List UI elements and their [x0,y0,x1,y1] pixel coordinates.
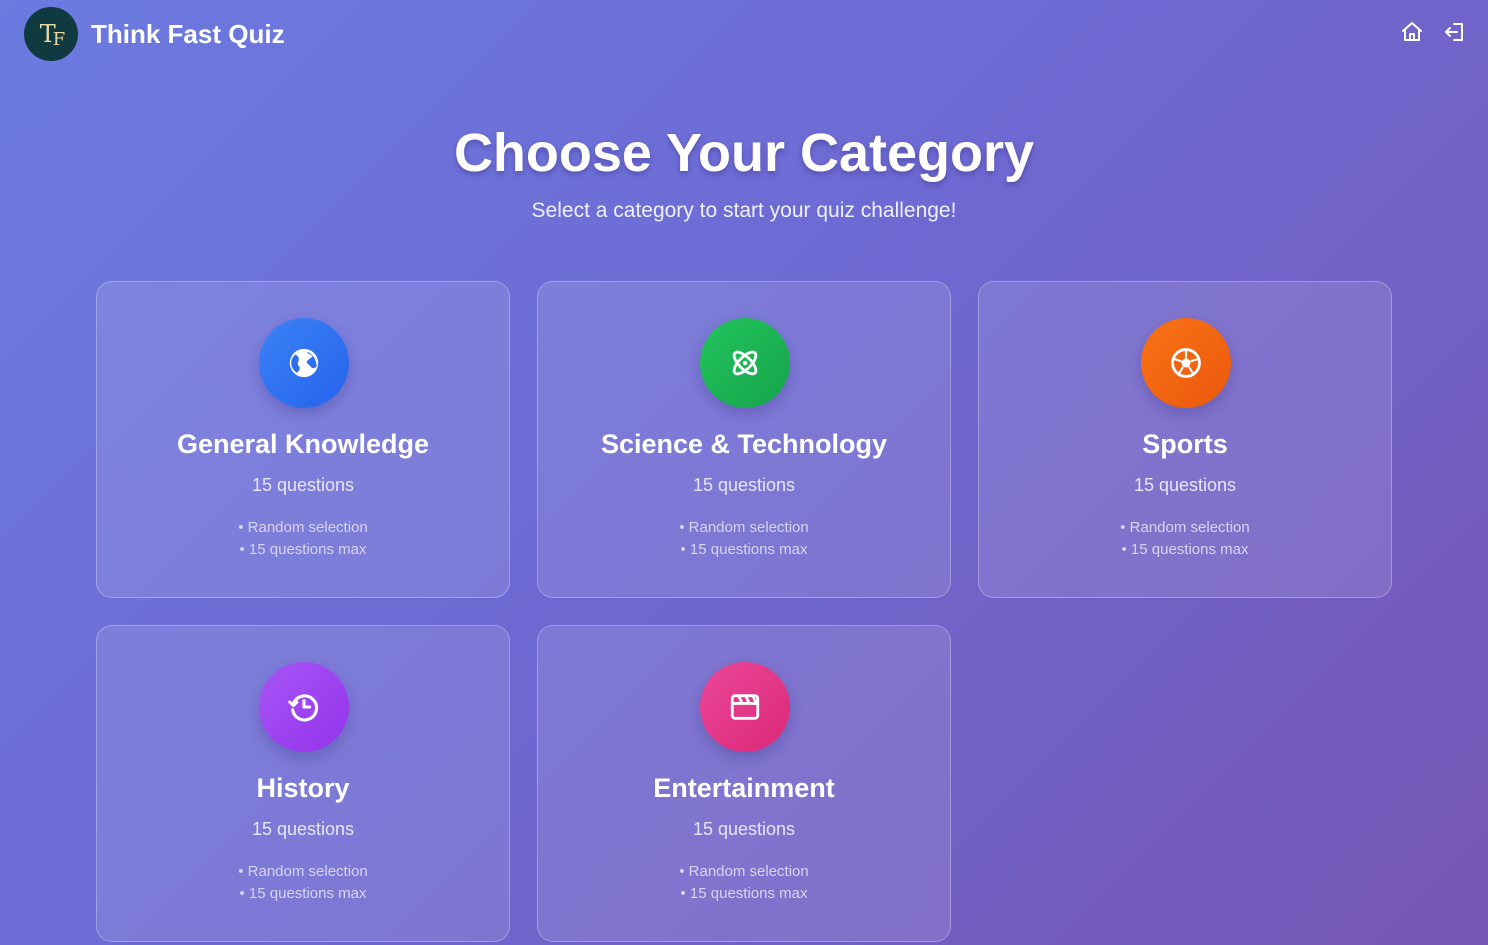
category-icon-circle [1141,318,1231,408]
feature-max-questions: • 15 questions max [239,541,367,558]
page-title: Choose Your Category [453,123,1035,183]
question-count: 15 questions [1133,475,1237,495]
question-count: 15 questions [692,819,796,839]
question-count: 15 questions [251,819,355,839]
feature-random-selection: • Random selection [238,519,368,536]
soccer-ball-icon [1171,348,1201,378]
category-icon-circle [259,662,349,752]
category-title: Science & Technology [600,429,888,459]
feature-max-questions: • 15 questions max [1121,541,1249,558]
history-clock-icon [288,694,319,722]
feature-random-selection: • Random selection [679,863,809,880]
brand-name[interactable]: Think Fast Quiz [91,19,285,50]
category-card-history[interactable]: History 15 questions • Random selection … [96,625,510,942]
clapperboard-icon [730,694,760,720]
question-count: 15 questions [692,475,796,495]
category-card-general-knowledge[interactable]: General Knowledge 15 questions • Random … [96,281,510,598]
top-bar: TF Think Fast Quiz [0,0,1488,68]
feature-max-questions: • 15 questions max [680,885,808,902]
atom-icon [732,350,758,376]
feature-random-selection: • Random selection [679,519,809,536]
feature-random-selection: • Random selection [238,863,368,880]
category-title: Entertainment [653,773,835,803]
page-subtitle: Select a category to start your quiz cha… [531,199,957,222]
category-card-sports[interactable]: Sports 15 questions • Random selection •… [978,281,1392,598]
category-card-entertainment[interactable]: Entertainment 15 questions • Random sele… [537,625,951,942]
category-card-science-technology[interactable]: Science & Technology 15 questions • Rand… [537,281,951,598]
category-icon-circle [259,318,349,408]
category-icon-circle [700,318,790,408]
category-title: History [256,773,350,803]
question-count: 15 questions [251,475,355,495]
globe-icon [289,348,319,378]
feature-max-questions: • 15 questions max [680,541,808,558]
logout-icon[interactable] [1442,20,1466,44]
category-icon-circle [700,662,790,752]
feature-random-selection: • Random selection [1120,519,1250,536]
logo[interactable]: TF [24,7,78,61]
category-title: General Knowledge [176,429,430,459]
home-icon[interactable] [1400,20,1424,44]
feature-max-questions: • 15 questions max [239,885,367,902]
category-title: Sports [1142,429,1228,459]
